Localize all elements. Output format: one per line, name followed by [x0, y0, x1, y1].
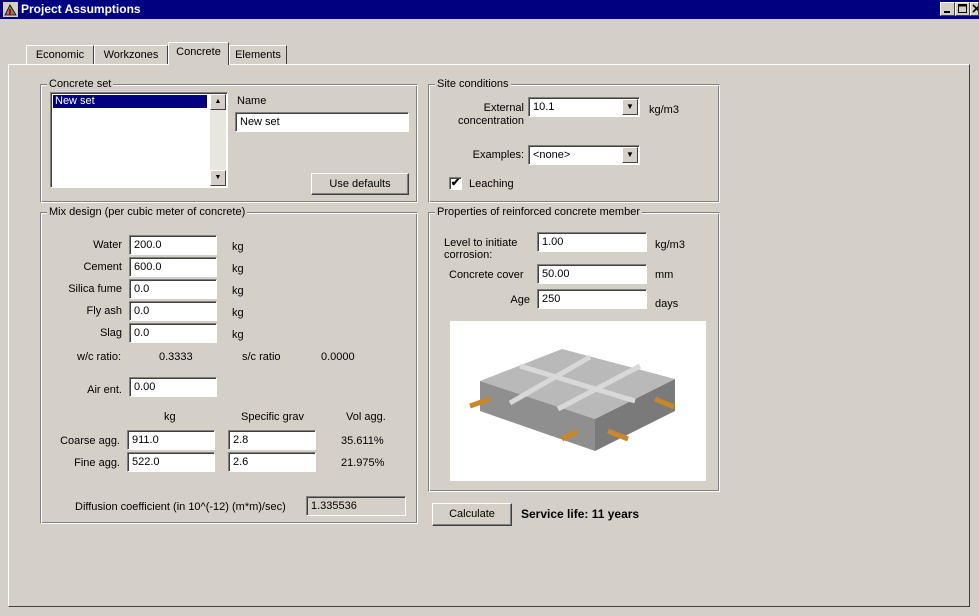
- diffusion-coefficient-label: Diffusion coefficient (in 10^(-12) (m*m)…: [75, 501, 286, 513]
- cement-label: Cement: [83, 261, 122, 273]
- tab-label: Economic: [35, 49, 85, 61]
- fine-agg-label: Fine agg.: [74, 457, 120, 469]
- group-label: Concrete set: [47, 78, 114, 91]
- concrete-set-list[interactable]: New set ▲ ▼: [50, 92, 228, 188]
- level-to-initiate-label-2: corrosion:: [444, 249, 493, 261]
- tab-label: Concrete: [176, 46, 221, 58]
- mix-design-group: Mix design (per cubic meter of concrete): [40, 206, 418, 524]
- group-label: Mix design (per cubic meter of concrete): [47, 206, 248, 219]
- tab-concrete[interactable]: Concrete: [168, 42, 229, 65]
- wc-ratio-label: w/c ratio:: [77, 351, 122, 363]
- group-label: Site conditions: [435, 78, 511, 91]
- app-icon: [3, 2, 18, 17]
- water-input[interactable]: 200.0: [129, 235, 217, 255]
- scroll-down-button[interactable]: ▼: [210, 170, 226, 186]
- agg-kg-header: kg: [164, 411, 176, 423]
- concrete-cover-input[interactable]: 50.00: [537, 264, 647, 284]
- tab-label: Workzones: [103, 49, 159, 61]
- service-life-text: Service life: 11 years: [521, 507, 640, 521]
- examples-select[interactable]: <none> ▼: [528, 145, 640, 165]
- agg-vol-header: Vol agg.: [346, 411, 386, 423]
- water-label: Water: [93, 239, 122, 251]
- fly-ash-label: Fly ash: [86, 305, 122, 317]
- slag-label: Slag: [99, 327, 122, 339]
- external-concentration-label-2: concentration: [457, 115, 524, 127]
- list-item[interactable]: New set: [53, 95, 207, 108]
- age-input[interactable]: 250: [537, 289, 647, 309]
- silica-fume-label: Silica fume: [68, 283, 122, 295]
- scroll-up-button[interactable]: ▲: [210, 94, 226, 110]
- silica-fume-input[interactable]: 0.0: [129, 279, 217, 299]
- external-concentration-value: 10.1: [533, 101, 555, 113]
- maximize-icon: [958, 4, 967, 13]
- tab-label: Elements: [235, 49, 281, 61]
- fine-agg-sg-input[interactable]: 2.6: [228, 452, 316, 472]
- cement-input[interactable]: 600.0: [129, 257, 217, 277]
- close-button[interactable]: [970, 2, 979, 16]
- coarse-agg-kg-input[interactable]: 911.0: [127, 430, 215, 450]
- leaching-checkbox[interactable]: ✔: [449, 177, 462, 190]
- minimize-button[interactable]: [940, 2, 955, 16]
- sc-ratio-value: 0.0000: [321, 351, 355, 363]
- sc-ratio-label: s/c ratio: [242, 351, 281, 363]
- level-to-initiate-input[interactable]: 1.00: [537, 232, 647, 252]
- checkmark-icon: ✔: [450, 177, 461, 189]
- fine-agg-kg-input[interactable]: 522.0: [127, 452, 215, 472]
- fly-ash-input[interactable]: 0.0: [129, 301, 217, 321]
- tab-workzones[interactable]: Workzones: [94, 45, 168, 65]
- tab-elements[interactable]: Elements: [229, 45, 287, 65]
- cement-unit: kg: [232, 263, 244, 275]
- examples-value: <none>: [533, 149, 571, 161]
- fine-agg-vol: 21.975%: [341, 457, 385, 469]
- examples-label: Examples:: [472, 149, 524, 161]
- external-concentration-select[interactable]: 10.1 ▼: [528, 97, 640, 117]
- wc-ratio-value: 0.3333: [159, 351, 193, 363]
- coarse-agg-label: Coarse agg.: [60, 435, 120, 447]
- concrete-cover-label: Concrete cover: [449, 269, 524, 281]
- coarse-agg-vol: 35.611%: [341, 435, 384, 447]
- slag-input[interactable]: 0.0: [129, 323, 217, 343]
- name-input[interactable]: New set: [235, 112, 409, 132]
- slag-unit: kg: [232, 329, 244, 341]
- maximize-button[interactable]: [955, 2, 970, 16]
- air-ent-label: Air ent.: [87, 384, 122, 396]
- level-to-initiate-unit: kg/m3: [655, 239, 685, 251]
- external-concentration-unit: kg/m3: [649, 104, 679, 116]
- use-defaults-button[interactable]: Use defaults: [311, 173, 409, 195]
- chevron-down-icon[interactable]: ▼: [622, 99, 638, 115]
- agg-specific-grav-header: Specific grav: [241, 411, 304, 423]
- list-scrollbar[interactable]: ▲ ▼: [210, 94, 226, 186]
- leaching-label: Leaching: [469, 178, 514, 190]
- triangle-up-icon: ▲: [214, 98, 222, 105]
- close-icon: [972, 4, 978, 13]
- chevron-down-icon[interactable]: ▼: [622, 147, 638, 163]
- age-unit: days: [655, 298, 679, 310]
- silica-fume-unit: kg: [232, 285, 244, 297]
- calculate-button[interactable]: Calculate: [432, 503, 512, 526]
- concrete-member-illustration: [450, 321, 706, 481]
- tab-economic[interactable]: Economic: [26, 45, 94, 65]
- concrete-cover-unit: mm: [655, 269, 674, 281]
- air-ent-input[interactable]: 0.00: [129, 377, 217, 397]
- fly-ash-unit: kg: [232, 307, 244, 319]
- water-unit: kg: [232, 241, 244, 253]
- age-label: Age: [510, 294, 530, 306]
- external-concentration-label: External: [483, 102, 524, 114]
- diffusion-coefficient-value: 1.335536: [306, 496, 406, 516]
- minimize-icon: [944, 11, 950, 13]
- name-label: Name: [237, 95, 267, 107]
- group-label: Properties of reinforced concrete member: [435, 206, 642, 219]
- coarse-agg-sg-input[interactable]: 2.8: [228, 430, 316, 450]
- triangle-down-icon: ▼: [214, 174, 222, 181]
- title-bar[interactable]: Project Assumptions: [0, 0, 979, 19]
- window-title: Project Assumptions: [21, 2, 141, 16]
